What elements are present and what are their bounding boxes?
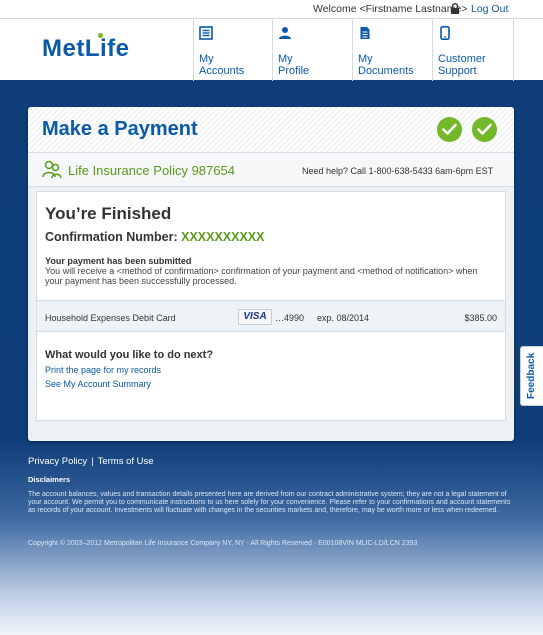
confirmation-label: Confirmation Number:: [45, 230, 182, 244]
finished-title: You’re Finished: [45, 204, 172, 223]
feedback-label: Feedback: [526, 352, 537, 399]
phone-icon: [440, 26, 450, 40]
check-icon: [437, 117, 462, 142]
nav-divider: [513, 19, 514, 81]
nav-label-line1: My: [358, 53, 373, 65]
footer-links: Privacy Policy | Terms of Use: [28, 456, 154, 467]
payment-card: Make a Payment Life Insurance Policy 987…: [28, 107, 514, 441]
next-steps-title: What would you like to do next?: [45, 349, 214, 361]
terms-of-use-link[interactable]: Terms of Use: [98, 456, 154, 467]
feedback-tab[interactable]: Feedback: [520, 346, 543, 406]
list-icon: [199, 26, 213, 40]
nav-label-line2: Profile: [278, 65, 310, 77]
disclaimer-text: The account balances, values and transac…: [28, 491, 511, 514]
confirmation-value: XXXXXXXXXX: [181, 230, 265, 244]
logout-link[interactable]: Log Out: [471, 3, 508, 15]
confirmation-number: Confirmation Number: XXXXXXXXXX: [45, 230, 264, 244]
help-text: Need help? Call 1-800-638-5433 6am-6pm E…: [302, 166, 494, 176]
person-icon: [279, 27, 291, 39]
document-icon: [360, 27, 370, 39]
disclaimers-title: Disclaimers: [28, 475, 71, 484]
copyright-text: Copyright © 2003–2012 Metropolitan Life …: [28, 540, 418, 547]
policy-name: Life Insurance Policy 987654: [68, 163, 235, 178]
welcome-text: Welcome <Firstname Lastname>: [313, 3, 468, 15]
payment-row: Household Expenses Debit Card VISA …4990…: [37, 300, 505, 332]
nav-my-profile[interactable]: My Profile: [272, 19, 352, 81]
card-expiry: exp. 08/2014: [317, 313, 370, 323]
nav-label-line1: My: [278, 53, 293, 65]
site-header: MetLife My Accounts My Profile My Docume…: [0, 18, 543, 81]
nav-label-line2: Documents: [358, 65, 414, 77]
page-title: Make a Payment: [42, 118, 198, 140]
submitted-body: You will receive a <method of confirmati…: [45, 266, 478, 286]
privacy-policy-link[interactable]: Privacy Policy: [28, 456, 87, 467]
card-number: …4990: [275, 313, 305, 323]
payment-amount: $385.00: [464, 313, 497, 323]
print-page-link[interactable]: Print the page for my records: [45, 365, 161, 375]
nav-my-documents[interactable]: My Documents: [352, 19, 432, 81]
people-icon: [42, 160, 62, 179]
logo-accent-dot: [98, 33, 103, 38]
metlife-logo[interactable]: MetLife: [42, 35, 130, 63]
confirmation-panel: You’re Finished Confirmation Number: XXX…: [36, 191, 506, 421]
payment-account-name: Household Expenses Debit Card: [45, 313, 176, 323]
nav-label-line2: Accounts: [199, 65, 245, 77]
nav-label-line2: Support: [438, 65, 477, 77]
policy-bar: Life Insurance Policy 987654 Need help? …: [28, 153, 514, 187]
lock-icon: [451, 3, 459, 14]
visa-card-icon: VISA: [238, 309, 272, 325]
submitted-title: Your payment has been submitted: [45, 256, 192, 266]
account-summary-link[interactable]: See My Account Summary: [45, 379, 151, 389]
welcome-bar: Welcome <Firstname Lastname> Log Out: [0, 0, 543, 18]
card-header: Make a Payment: [28, 107, 514, 153]
nav-label-line1: Customer: [438, 53, 486, 65]
footer-separator: |: [91, 456, 94, 467]
nav-customer-support[interactable]: Customer Support: [432, 19, 514, 81]
nav-label-line1: My: [199, 53, 214, 65]
check-icon: [472, 117, 497, 142]
nav-my-accounts[interactable]: My Accounts: [193, 19, 272, 81]
